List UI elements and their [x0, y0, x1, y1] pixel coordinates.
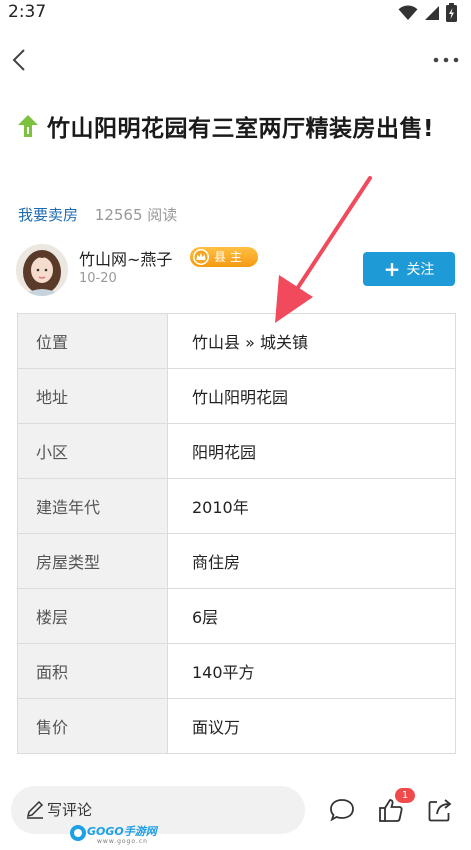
table-cell-value: 2010年: [167, 478, 456, 534]
pencil-icon: [26, 800, 44, 819]
watermark-url: www.gogo.cn: [97, 838, 148, 845]
table-cell-value: 阳明花园: [167, 423, 456, 479]
table-row: 位置 竹山县 » 城关镇: [17, 313, 456, 369]
follow-label: 关注: [406, 262, 435, 278]
signal-icon: [425, 5, 439, 20]
battery-icon: [446, 3, 457, 22]
table-row: 建造年代 2010年: [17, 478, 456, 534]
comment-input[interactable]: 写评论 GOGO手游网 www.gogo.cn: [11, 786, 305, 845]
wifi-icon: [398, 4, 418, 20]
comment-button[interactable]: [328, 796, 356, 824]
comment-bubble-icon: [330, 799, 354, 822]
table-row: 房屋类型 商住房: [17, 533, 456, 589]
comment-placeholder: 写评论: [47, 801, 93, 819]
like-count-badge: 1: [395, 788, 415, 803]
more-dots-icon: [433, 57, 459, 63]
table-row: 面积 140平方: [17, 643, 456, 699]
post-title-text: 竹山阳明花园有三室两厅精装房出售!: [47, 116, 434, 142]
avatar[interactable]: [16, 244, 68, 296]
rank-badge: 县主: [190, 247, 259, 267]
avatar-portrait-icon: [16, 244, 68, 296]
watermark-mark-icon: [70, 825, 86, 841]
up-arrow-icon: [18, 115, 38, 137]
rank-badge-label: 县主: [214, 250, 247, 264]
table-row: 小区 阳明花园: [17, 423, 456, 479]
table-cell-label: 面积: [17, 643, 168, 699]
chevron-left-icon: [12, 49, 25, 71]
watermark-logo: GOGO手游网 www.gogo.cn: [69, 820, 169, 850]
post-title: 竹山阳明花园有三室两厅精装房出售!: [17, 110, 457, 148]
follow-button[interactable]: + 关注: [363, 252, 455, 286]
post-date: 10-20: [79, 271, 117, 286]
table-cell-label: 小区: [17, 423, 168, 479]
table-cell-value: 商住房: [167, 533, 456, 589]
category-link[interactable]: 我要卖房: [18, 206, 78, 224]
bottom-bar: 写评论 GOGO手游网 www.gogo.cn 1: [0, 772, 471, 845]
back-button[interactable]: [8, 44, 36, 76]
table-cell-label: 建造年代: [17, 478, 168, 534]
table-row: 楼层 6层: [17, 588, 456, 644]
author-row: 竹山网~燕子 县主 10-20 + 关注: [16, 244, 456, 298]
table-cell-value: 6层: [167, 588, 456, 644]
table-cell-label: 楼层: [17, 588, 168, 644]
more-button[interactable]: [433, 50, 459, 70]
read-count: 12565 阅读: [94, 206, 178, 224]
status-bar: 2:37: [0, 0, 471, 26]
table-cell-label: 位置: [17, 313, 168, 369]
table-row: 地址 竹山阳明花园: [17, 368, 456, 424]
watermark-brand: GOGO手游网: [87, 825, 157, 838]
status-icons: [398, 3, 457, 22]
property-info-table: 位置 竹山县 » 城关镇 地址 竹山阳明花园 小区 阳明花园 建造年代 2010年 房屋类型 商住…: [17, 313, 456, 754]
table-cell-value: 面议万: [167, 698, 456, 754]
table-cell-label: 地址: [17, 368, 168, 424]
table-cell-value: 140平方: [167, 643, 456, 699]
table-cell-value: 竹山县 » 城关镇: [167, 313, 456, 369]
property-info-body: 位置 竹山县 » 城关镇 地址 竹山阳明花园 小区 阳明花园 建造年代 2010年 房屋类型 商住…: [17, 313, 456, 754]
crown-icon: [193, 249, 209, 265]
plus-icon: +: [383, 257, 401, 281]
share-icon: [428, 799, 452, 822]
author-name[interactable]: 竹山网~燕子: [79, 246, 172, 270]
table-row: 售价 面议万: [17, 698, 456, 754]
table-cell-value: 竹山阳明花园: [167, 368, 456, 424]
table-cell-label: 售价: [17, 698, 168, 754]
share-button[interactable]: [426, 796, 454, 824]
nav-bar: [0, 38, 471, 82]
status-time: 2:37: [8, 2, 47, 22]
post-meta: 我要卖房 12565 阅读: [18, 204, 177, 225]
table-cell-label: 房屋类型: [17, 533, 168, 589]
